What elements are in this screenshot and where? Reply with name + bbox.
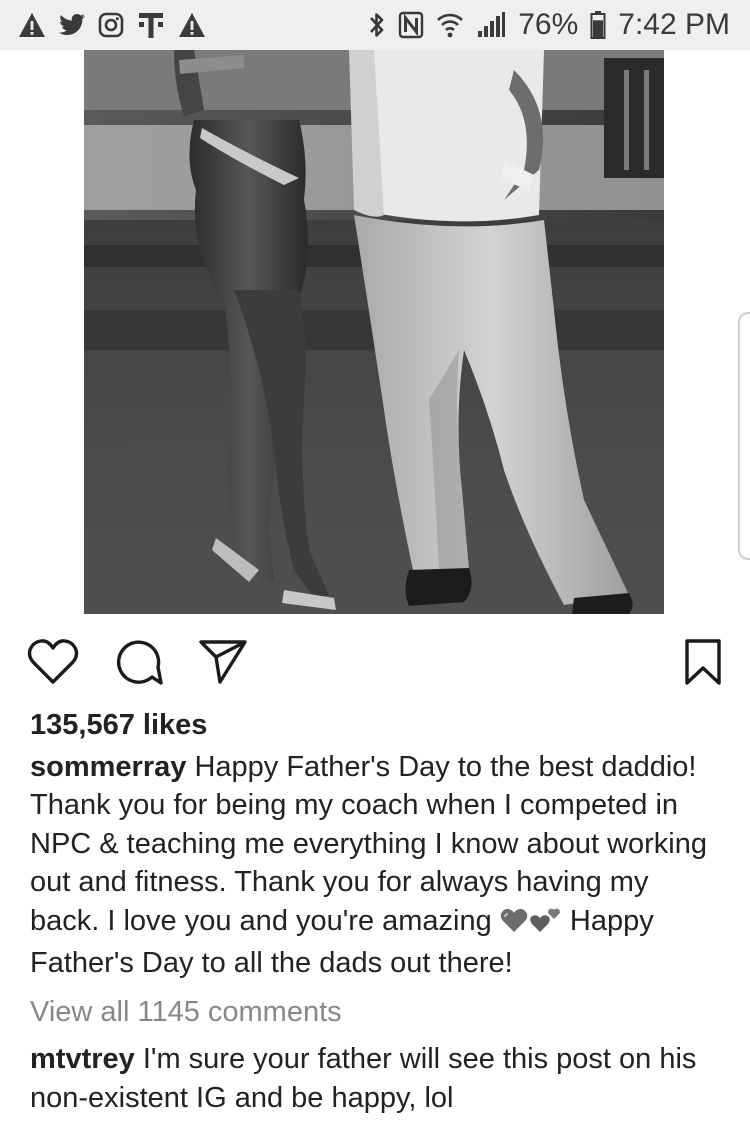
caption: sommerray Happy Father's Day to the best… xyxy=(30,748,720,983)
bookmark-icon xyxy=(683,638,723,691)
battery-percent: 76% xyxy=(518,8,579,41)
like-count[interactable]: 135,567 likes xyxy=(30,706,720,745)
instagram-icon xyxy=(98,10,124,40)
heart-icon xyxy=(27,638,79,691)
comment: mtvtrey I'm sure your father will see th… xyxy=(30,1040,720,1117)
notification-icons xyxy=(18,10,206,40)
nfc-icon xyxy=(398,10,424,40)
save-button[interactable] xyxy=(676,638,730,690)
wifi-icon xyxy=(436,10,464,40)
post-text: 135,567 likes sommerray Happy Father's D… xyxy=(30,706,720,1117)
system-status: 76% 7:42 PM xyxy=(368,10,730,40)
warning-icon xyxy=(18,10,46,40)
share-button[interactable] xyxy=(196,638,250,690)
post-actions xyxy=(26,638,726,690)
status-bar: 76% 7:42 PM xyxy=(0,0,750,50)
post-photo[interactable] xyxy=(84,50,664,614)
bluetooth-icon xyxy=(368,10,386,40)
warning-icon xyxy=(178,10,206,40)
signal-icon xyxy=(476,10,506,40)
twitter-icon xyxy=(58,10,86,40)
battery-icon xyxy=(590,10,606,40)
t-mobile-icon xyxy=(136,10,166,40)
view-all-comments-link[interactable]: View all 1145 comments xyxy=(30,993,720,1032)
share-icon xyxy=(198,638,248,691)
caption-username[interactable]: sommerray xyxy=(30,751,186,783)
two-hearts-emoji xyxy=(528,906,562,945)
scroll-indicator[interactable] xyxy=(738,312,750,560)
grey-heart-emoji xyxy=(500,906,528,945)
comment-icon xyxy=(114,637,164,692)
comment-username[interactable]: mtvtrey xyxy=(30,1043,135,1075)
comment-button[interactable] xyxy=(112,638,166,690)
clock: 7:42 PM xyxy=(618,8,730,41)
like-button[interactable] xyxy=(26,638,80,690)
